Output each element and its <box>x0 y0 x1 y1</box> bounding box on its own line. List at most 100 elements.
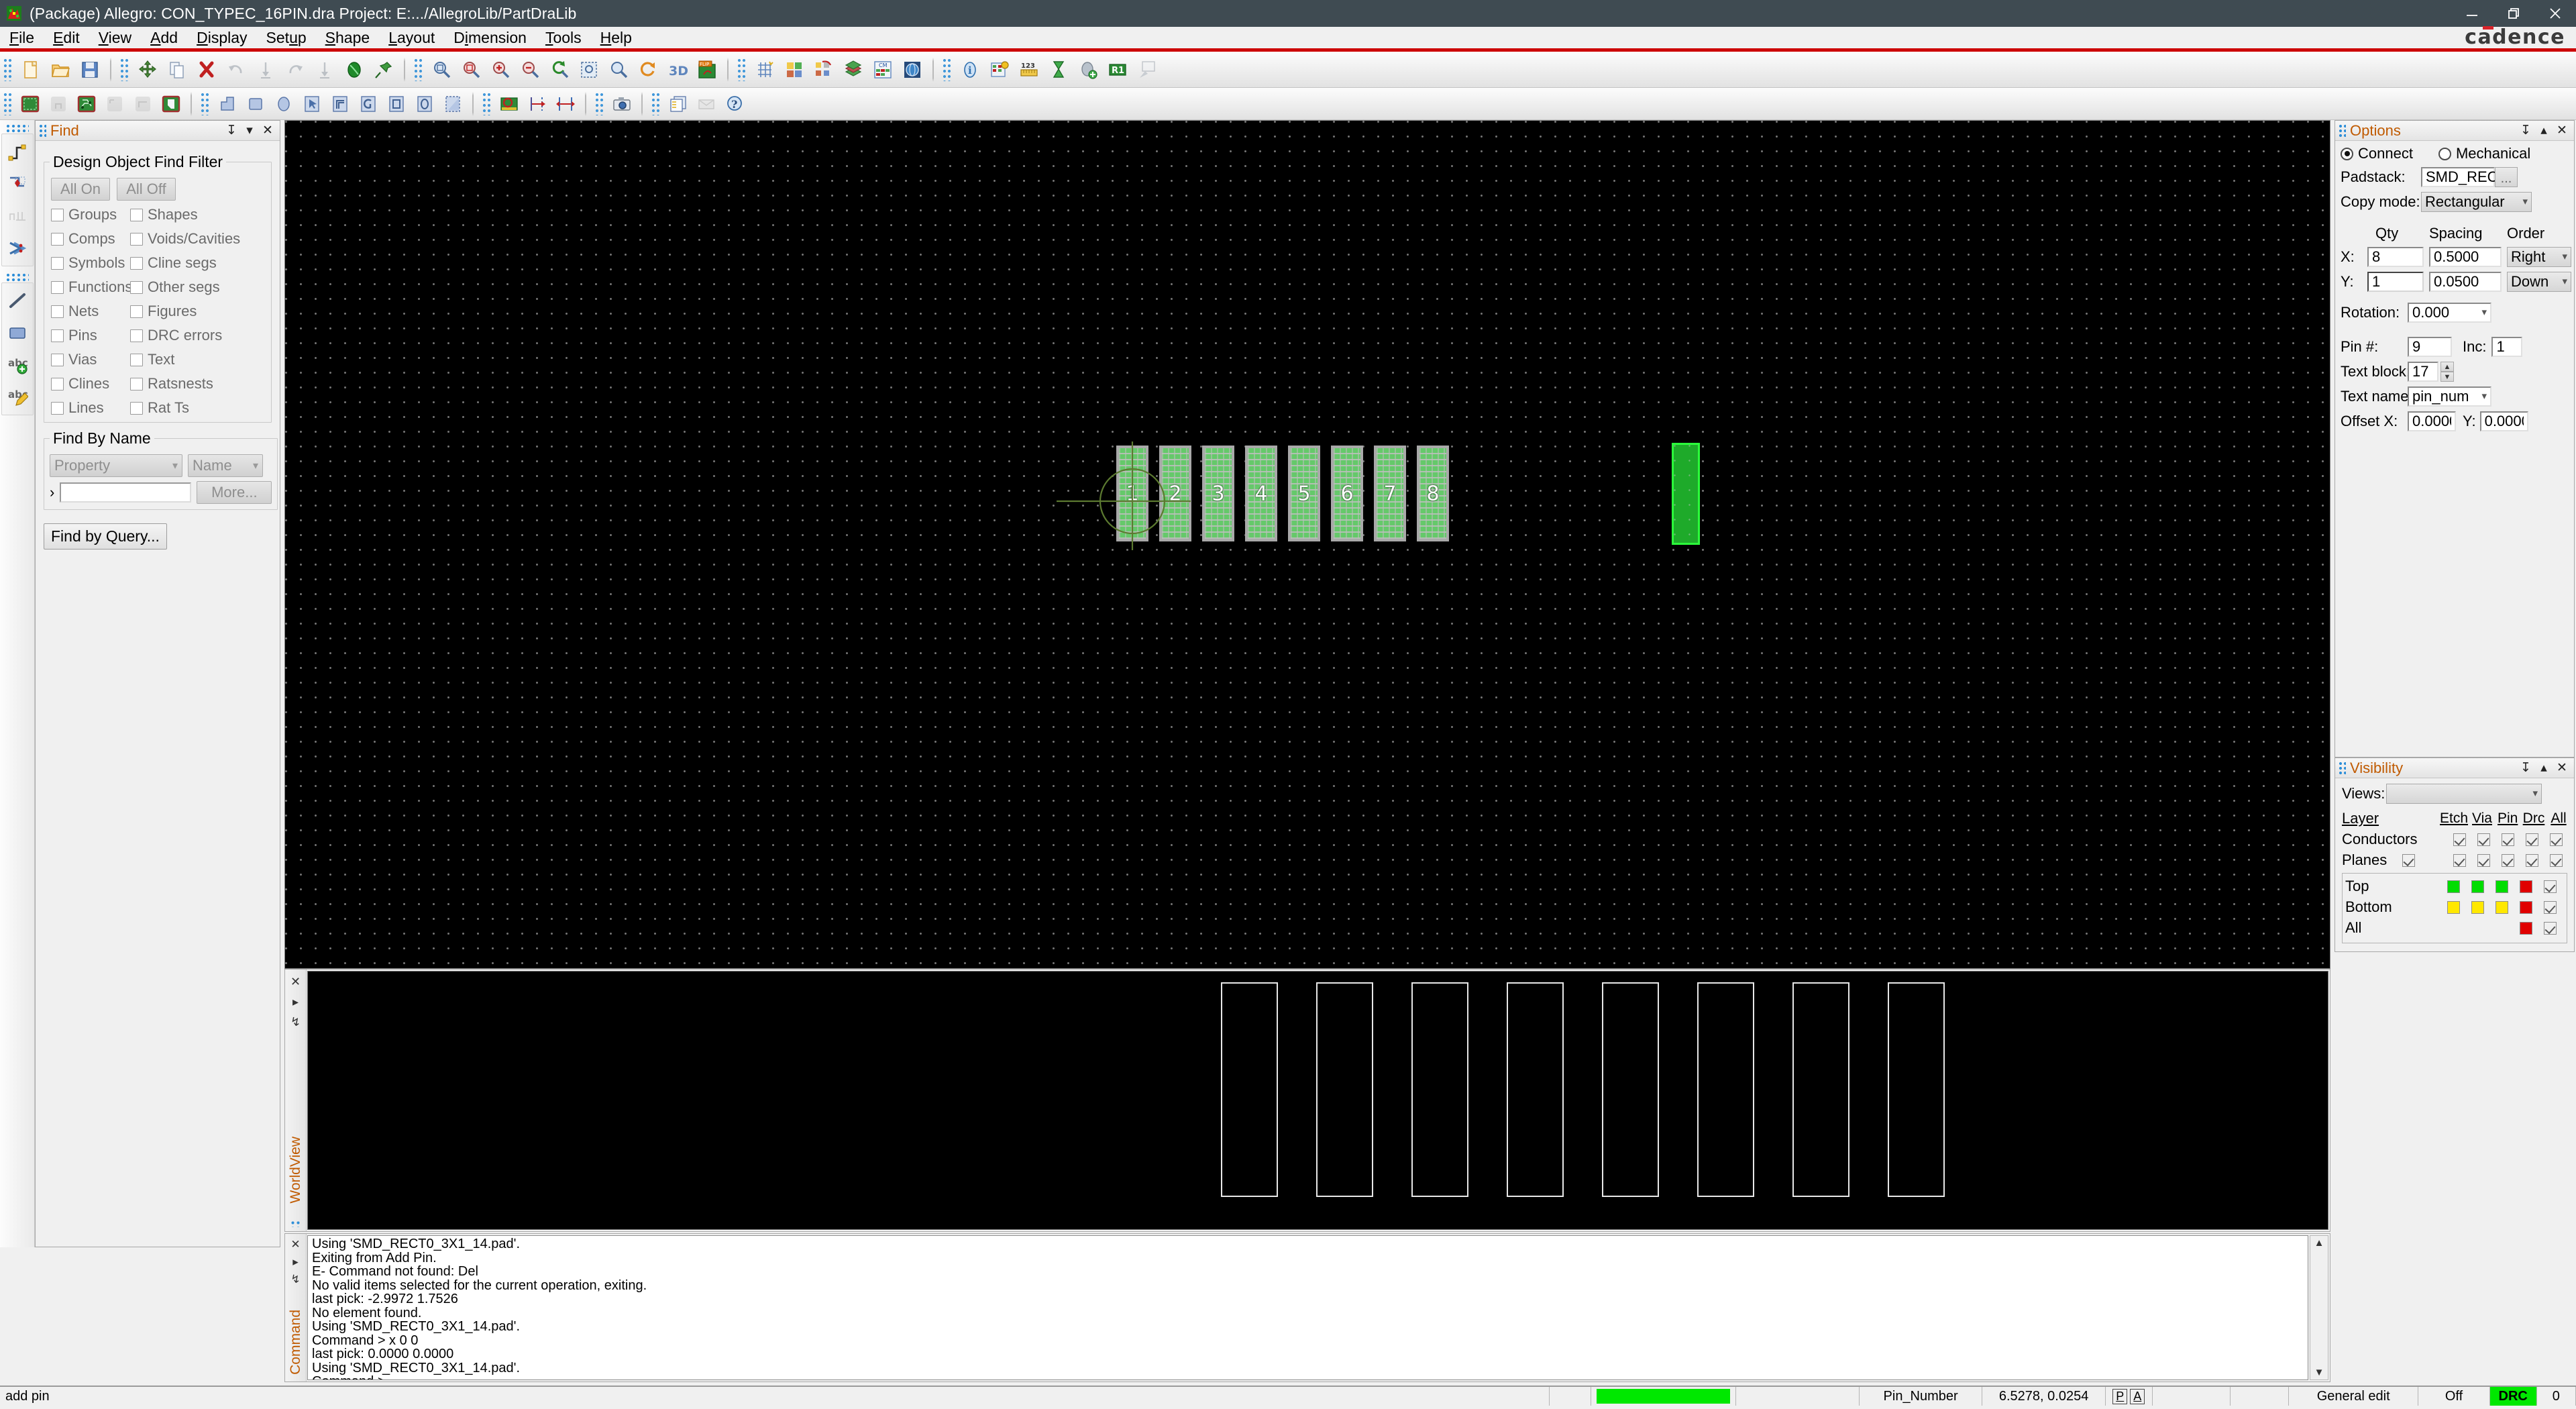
panel-grip-icon[interactable] <box>2339 762 2346 774</box>
find-filter-vias[interactable]: Vias <box>51 351 130 368</box>
pin-panel-icon[interactable]: ↧ <box>2518 760 2534 776</box>
key-p-indicator[interactable]: P <box>2112 1388 2128 1404</box>
open-folder-icon[interactable] <box>46 56 74 84</box>
conductors-pin-checkbox[interactable] <box>2502 833 2514 846</box>
menu-display[interactable]: Display <box>187 27 256 48</box>
close-panel-icon[interactable]: ✕ <box>2554 123 2570 139</box>
planes-drc-checkbox[interactable] <box>2526 853 2538 867</box>
checkbox[interactable] <box>51 208 64 221</box>
pad-8[interactable]: 8 <box>1417 446 1449 541</box>
zoom-in-icon[interactable] <box>486 56 515 84</box>
top-pin-color-swatch[interactable] <box>2496 880 2508 893</box>
design-canvas[interactable]: 1 2 3 4 5 6 7 8 <box>284 120 2330 969</box>
help-icon[interactable]: ? <box>721 91 748 117</box>
redo-icon[interactable] <box>281 56 309 84</box>
snapshot-icon[interactable] <box>608 91 635 117</box>
route-board-icon[interactable] <box>73 91 100 117</box>
checkbox[interactable] <box>51 329 64 342</box>
top-all-checkbox[interactable] <box>2544 880 2557 893</box>
floating-pad-9[interactable] <box>1672 443 1700 545</box>
checkbox[interactable] <box>51 232 64 246</box>
toolbar-grip[interactable] <box>3 58 13 81</box>
find-filter-comps[interactable]: Comps <box>51 230 130 248</box>
name-type-select[interactable]: Name ▾ <box>188 454 263 477</box>
planes-all-checkbox[interactable] <box>2550 853 2563 867</box>
find-name-input[interactable] <box>60 482 192 503</box>
measure-icon[interactable]: 123 <box>1015 56 1043 84</box>
menu-tools[interactable]: Tools <box>536 27 591 48</box>
command-close-icon[interactable]: ✕ <box>290 1238 300 1251</box>
all-drc-color-swatch[interactable] <box>2520 921 2532 935</box>
info-icon[interactable]: i <box>956 56 984 84</box>
shape-copy-icon[interactable] <box>327 91 354 117</box>
route-area-icon[interactable] <box>129 91 156 117</box>
find-filter-nets[interactable]: Nets <box>51 303 130 320</box>
checkbox[interactable] <box>130 377 143 390</box>
checkbox[interactable] <box>130 401 143 415</box>
text-block-stepper[interactable]: ▲ ▼ <box>2440 362 2454 382</box>
checkbox[interactable] <box>130 208 143 221</box>
checkbox[interactable] <box>51 305 64 318</box>
all-on-button[interactable]: All On <box>51 178 110 201</box>
route-fanout-icon[interactable] <box>158 91 184 117</box>
report-icon[interactable] <box>665 91 692 117</box>
top-etch-color-swatch[interactable] <box>2447 880 2460 893</box>
x-spacing-input[interactable] <box>2429 247 2502 267</box>
redo-down-icon[interactable] <box>311 56 339 84</box>
delete-x-icon[interactable] <box>193 56 221 84</box>
shape-rect-icon[interactable] <box>242 91 269 117</box>
find-filter-lines[interactable]: Lines <box>51 399 130 417</box>
bottom-drc-color-swatch[interactable] <box>2520 900 2532 914</box>
pad-6[interactable]: 6 <box>1331 446 1363 541</box>
find-filter-cline-segs[interactable]: Cline segs <box>130 254 266 272</box>
stepper-down-icon[interactable]: ▼ <box>2440 372 2454 382</box>
find-filter-drc-errors[interactable]: DRC errors <box>130 327 266 344</box>
find-filter-voids[interactable]: Voids/Cavities <box>130 230 266 248</box>
property-type-select[interactable]: Property ▾ <box>50 454 182 477</box>
menu-view[interactable]: View <box>89 27 141 48</box>
menu-help[interactable]: Help <box>591 27 641 48</box>
property-edit-icon[interactable] <box>985 56 1014 84</box>
checkbox[interactable] <box>130 232 143 246</box>
key-a-indicator[interactable]: A <box>2130 1388 2145 1404</box>
email-icon[interactable] <box>693 91 720 117</box>
x-qty-input[interactable] <box>2367 247 2424 267</box>
planes-pin-checkbox[interactable] <box>2502 853 2514 867</box>
toolbar-grip[interactable] <box>414 58 423 81</box>
conductors-drc-checkbox[interactable] <box>2526 833 2538 846</box>
views-select[interactable]: ▾ <box>2386 784 2542 804</box>
toolbar-grip[interactable] <box>595 92 604 115</box>
layer-stack-icon[interactable] <box>839 56 867 84</box>
move-icon[interactable] <box>133 56 162 84</box>
menu-edit[interactable]: Edit <box>44 27 89 48</box>
panel-grip-icon[interactable] <box>2339 124 2346 137</box>
increment-input[interactable] <box>2491 337 2523 357</box>
checkbox[interactable] <box>51 256 64 270</box>
checkbox[interactable] <box>130 329 143 342</box>
all-all-checkbox[interactable] <box>2544 921 2557 935</box>
undo-down-icon[interactable] <box>252 56 280 84</box>
zoom-refresh-icon[interactable] <box>545 56 574 84</box>
menu-layout[interactable]: Layout <box>379 27 444 48</box>
drc-board-icon[interactable] <box>496 91 523 117</box>
toolbar-grip[interactable] <box>5 273 29 281</box>
find-by-query-button[interactable]: Find by Query... <box>44 523 167 550</box>
zoom-window-icon[interactable] <box>457 56 485 84</box>
net-globe-icon[interactable] <box>898 56 926 84</box>
dimension-both-icon[interactable] <box>552 91 579 117</box>
toolbar-grip[interactable] <box>482 92 492 115</box>
toolbar-grip[interactable] <box>651 92 661 115</box>
bottom-all-checkbox[interactable] <box>2544 900 2557 914</box>
display-icon[interactable] <box>1133 56 1161 84</box>
add-pin-icon[interactable] <box>3 168 32 200</box>
toolbar-grip[interactable] <box>3 92 13 115</box>
scroll-down-icon[interactable]: ▼ <box>2314 1365 2324 1379</box>
top-drc-color-swatch[interactable] <box>2520 880 2532 893</box>
find-filter-figures[interactable]: Figures <box>130 303 266 320</box>
worldview-expand-icon[interactable]: ▸ <box>292 995 299 1010</box>
shape-circle-icon[interactable] <box>270 91 297 117</box>
padstack-browse-button[interactable]: ... <box>2495 167 2518 187</box>
connect-radio[interactable] <box>2341 147 2353 160</box>
add-text-icon[interactable]: abc <box>3 349 32 381</box>
find-filter-functions[interactable]: Functions <box>51 278 132 296</box>
